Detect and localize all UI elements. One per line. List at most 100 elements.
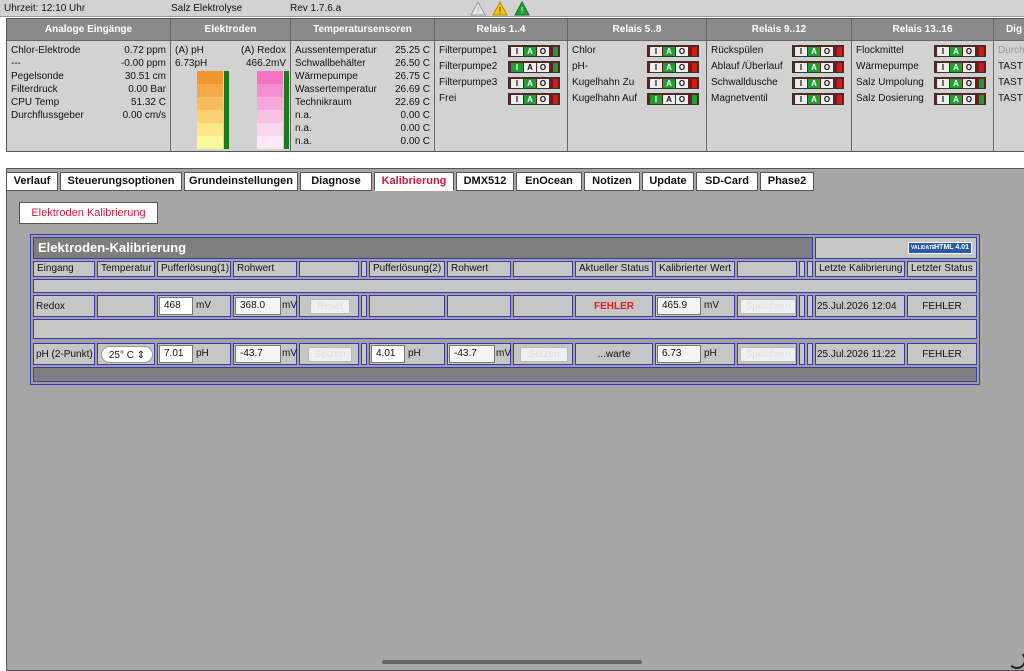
- relay-mode-button[interactable]: A: [524, 79, 536, 88]
- relay-mode-button[interactable]: O: [963, 63, 975, 72]
- ph-buffer2-input[interactable]: 4.01: [371, 345, 405, 363]
- relay-mode-button[interactable]: I: [511, 63, 523, 72]
- relay-switch[interactable]: IAO: [934, 93, 986, 105]
- relay-label: Wärmepumpe: [856, 61, 919, 72]
- relay-mode-button[interactable]: A: [663, 79, 675, 88]
- temperature-header: Temperatursensoren: [291, 19, 434, 41]
- relay-mode-button[interactable]: O: [676, 79, 688, 88]
- relay-switch[interactable]: IAO: [934, 45, 986, 57]
- relay-mode-button[interactable]: A: [808, 63, 820, 72]
- relay-mode-button[interactable]: A: [663, 63, 675, 72]
- relay-mode-button[interactable]: I: [650, 79, 662, 88]
- relay-mode-button[interactable]: I: [650, 47, 662, 56]
- relay-switch[interactable]: IAO: [792, 77, 844, 89]
- calibration-table: Elektroden-Kalibrierung VALIDATE HTML 4.…: [30, 234, 980, 385]
- warning-green-icon[interactable]: !: [514, 0, 530, 19]
- ph-set1-button[interactable]: Setzen: [308, 347, 352, 362]
- relay-switch[interactable]: IAO: [647, 77, 699, 89]
- relay-mode-button[interactable]: I: [650, 95, 662, 104]
- tab-diagnose[interactable]: Diagnose: [300, 172, 372, 191]
- tab-notizen[interactable]: Notizen: [584, 172, 640, 191]
- relay-mode-button[interactable]: A: [524, 47, 536, 56]
- relay-mode-button[interactable]: O: [676, 47, 688, 56]
- relay-mode-button[interactable]: O: [537, 95, 549, 104]
- relay-column-header: Relais 13..16: [852, 19, 993, 41]
- relay-mode-button[interactable]: O: [537, 79, 549, 88]
- relay-mode-button[interactable]: A: [663, 47, 675, 56]
- redox-reset-button[interactable]: Reset: [310, 299, 350, 314]
- relay-mode-button[interactable]: A: [950, 95, 962, 104]
- relay-mode-button[interactable]: I: [937, 79, 949, 88]
- redox-save-button[interactable]: Speichern: [740, 299, 796, 314]
- relay-mode-button[interactable]: O: [821, 79, 833, 88]
- relay-switch[interactable]: IAO: [792, 93, 844, 105]
- relay-mode-button[interactable]: I: [650, 63, 662, 72]
- relay-switch[interactable]: IAO: [647, 61, 699, 73]
- relay-mode-button[interactable]: O: [676, 95, 688, 104]
- relay-mode-button[interactable]: A: [808, 79, 820, 88]
- relay-label: Salz Umpolung: [856, 77, 924, 88]
- relay-mode-button[interactable]: I: [511, 95, 523, 104]
- relay-mode-button[interactable]: A: [524, 63, 536, 72]
- relay-mode-button[interactable]: A: [663, 95, 675, 104]
- warning-grey-icon[interactable]: !: [470, 0, 486, 19]
- relay-mode-button[interactable]: I: [511, 47, 523, 56]
- tab-enocean[interactable]: EnOcean: [516, 172, 582, 191]
- svg-text:!: !: [499, 6, 502, 16]
- relay-mode-button[interactable]: O: [821, 95, 833, 104]
- relay-switch[interactable]: IAO: [508, 61, 560, 73]
- relay-mode-button[interactable]: A: [524, 95, 536, 104]
- redox-buffer2-cell: [369, 295, 445, 317]
- ph-buffer1-input[interactable]: 7.01: [159, 345, 193, 363]
- tab-grundeinstellungen[interactable]: Grundeinstellungen: [184, 172, 298, 191]
- ph-temperature-select[interactable]: 25° C ⇕: [101, 346, 153, 363]
- relay-mode-button[interactable]: O: [963, 47, 975, 56]
- warning-yellow-icon[interactable]: !: [492, 0, 508, 19]
- header-pufferloesung-1: Pufferlösung(1): [157, 261, 231, 277]
- tab-kalibrierung[interactable]: Kalibrierung: [374, 172, 454, 191]
- tab-elektroden-kalibrierung[interactable]: Elektroden Kalibrierung: [19, 202, 158, 224]
- relay-switch[interactable]: IAO: [792, 61, 844, 73]
- relay-switch[interactable]: IAO: [647, 93, 699, 105]
- relay-switch[interactable]: IAO: [792, 45, 844, 57]
- html-validator-badge[interactable]: VALIDATE HTML 4.01: [908, 242, 972, 254]
- relay-switch[interactable]: IAO: [508, 77, 560, 89]
- relay-switch[interactable]: IAO: [934, 77, 986, 89]
- relay-mode-button[interactable]: A: [950, 79, 962, 88]
- tab-sd-card[interactable]: SD-Card: [696, 172, 758, 191]
- redox-buffer1-input[interactable]: 468: [159, 297, 193, 315]
- relay-mode-button[interactable]: O: [963, 79, 975, 88]
- ph-set2-button[interactable]: Setzen: [520, 347, 568, 362]
- relay-mode-button[interactable]: A: [808, 95, 820, 104]
- tab-steuerungsoptionen[interactable]: Steuerungsoptionen: [60, 172, 182, 191]
- revision-text: Rev 1.7.6.a: [290, 3, 342, 14]
- relay-mode-button[interactable]: A: [808, 47, 820, 56]
- relay-mode-button[interactable]: O: [537, 63, 549, 72]
- relay-mode-button[interactable]: I: [795, 47, 807, 56]
- relay-mode-button[interactable]: A: [950, 47, 962, 56]
- relay-mode-button[interactable]: I: [795, 63, 807, 72]
- ph-save-button[interactable]: Speichern: [740, 347, 796, 362]
- relay-mode-button[interactable]: I: [511, 79, 523, 88]
- relay-mode-button[interactable]: O: [821, 63, 833, 72]
- relay-mode-button[interactable]: I: [937, 47, 949, 56]
- tab-dmx512[interactable]: DMX512: [456, 172, 514, 191]
- relay-switch[interactable]: IAO: [647, 45, 699, 57]
- relay-mode-button[interactable]: I: [795, 95, 807, 104]
- relay-mode-button[interactable]: A: [950, 63, 962, 72]
- horizontal-scrollbar[interactable]: [382, 660, 642, 664]
- relay-mode-button[interactable]: I: [795, 79, 807, 88]
- relay-mode-button[interactable]: I: [937, 63, 949, 72]
- relay-mode-button[interactable]: O: [537, 47, 549, 56]
- relay-switch[interactable]: IAO: [934, 61, 986, 73]
- relay-mode-button[interactable]: O: [676, 63, 688, 72]
- relay-switch[interactable]: IAO: [508, 45, 560, 57]
- relay-mode-button[interactable]: I: [937, 95, 949, 104]
- relay-switch[interactable]: IAO: [508, 93, 560, 105]
- tab-verlauf[interactable]: Verlauf: [6, 172, 58, 191]
- tab-phase2[interactable]: Phase2: [760, 172, 814, 191]
- tab-update[interactable]: Update: [642, 172, 694, 191]
- relay-mode-button[interactable]: O: [963, 95, 975, 104]
- ph-row-label-cell: pH (2-Punkt): [33, 343, 95, 365]
- relay-mode-button[interactable]: O: [821, 47, 833, 56]
